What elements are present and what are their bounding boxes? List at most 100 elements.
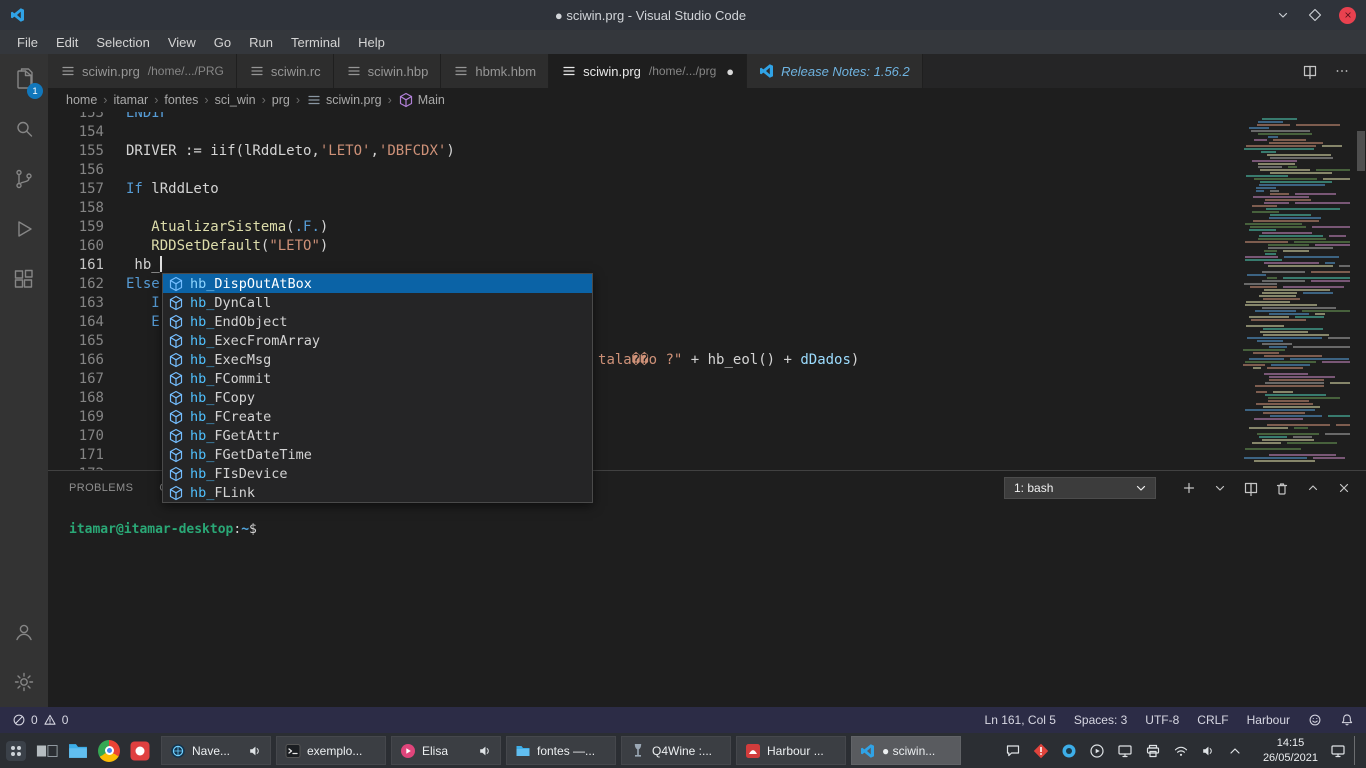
audio-playing-icon[interactable] [478, 744, 492, 758]
kill-terminal-button-icon[interactable] [1274, 480, 1290, 496]
code-line-154[interactable]: 154 [48, 123, 1240, 142]
line-number[interactable]: 160 [48, 237, 104, 256]
terminal[interactable]: itamar@itamar-desktop:~$ [48, 505, 1366, 537]
feedback-icon[interactable] [1308, 713, 1322, 727]
line-number[interactable]: 167 [48, 370, 104, 389]
activity-extensions[interactable] [0, 254, 48, 304]
code-line-157[interactable]: 157If lRddLeto [48, 180, 1240, 199]
line-number[interactable]: 163 [48, 294, 104, 313]
breadcrumb-sci_win[interactable]: sci_win [215, 93, 256, 107]
more-actions-icon[interactable] [1334, 63, 1350, 79]
suggestion-hb_execmsg[interactable]: hb_ExecMsg [163, 350, 592, 369]
menu-go[interactable]: Go [205, 32, 240, 53]
taskbar-window-exemplo[interactable]: exemplo... [276, 736, 386, 765]
breadcrumb-main[interactable]: Main [398, 92, 445, 108]
suggestion-hb_fisdevice[interactable]: hb_FIsDevice [163, 464, 592, 483]
breadcrumb-fontes[interactable]: fontes [164, 93, 198, 107]
breadcrumb-itamar[interactable]: itamar [113, 93, 148, 107]
breadcrumb-home[interactable]: home [66, 93, 97, 107]
taskbar-window-elisa[interactable]: Elisa [391, 736, 501, 765]
suggestion-hb_dispoutatbox[interactable]: hb_DispOutAtBox [163, 274, 592, 293]
taskbar-window-nave[interactable]: Nave... [161, 736, 271, 765]
line-number[interactable]: 155 [48, 142, 104, 161]
desktop-pager-icon[interactable] [36, 740, 58, 762]
minimize-button[interactable] [1275, 7, 1291, 23]
scrollbar-thumb[interactable] [1357, 131, 1365, 171]
tab-sciwin.hbp[interactable]: sciwin.hbp [334, 54, 442, 88]
activity-search[interactable] [0, 104, 48, 154]
breadcrumb-prg[interactable]: prg [272, 93, 290, 107]
status-cursor-position[interactable]: Ln 161, Col 5 [985, 713, 1056, 727]
terminal-picker[interactable]: 1: bash [1004, 477, 1156, 499]
line-number[interactable]: 168 [48, 389, 104, 408]
taskbar-window-fontes[interactable]: fontes —... [506, 736, 616, 765]
minimap[interactable] [1240, 112, 1356, 470]
suggestion-hb_fcopy[interactable]: hb_FCopy [163, 388, 592, 407]
taskbar-window-q4wine[interactable]: Q4Wine :... [621, 736, 731, 765]
menu-run[interactable]: Run [240, 32, 282, 53]
suggestion-hb_dyncall[interactable]: hb_DynCall [163, 293, 592, 312]
status-language-mode[interactable]: Harbour [1247, 713, 1290, 727]
tab-release-notes--1.56.2[interactable]: Release Notes: 1.56.2 [747, 54, 923, 88]
status-eol[interactable]: CRLF [1197, 713, 1228, 727]
menu-edit[interactable]: Edit [47, 32, 87, 53]
code-line-153[interactable]: 153ENDIF [48, 112, 1240, 123]
suggestion-hb_fgetattr[interactable]: hb_FGetAttr [163, 426, 592, 445]
line-number[interactable]: 154 [48, 123, 104, 142]
suggestion-hb_fcommit[interactable]: hb_FCommit [163, 369, 592, 388]
line-number[interactable]: 165 [48, 332, 104, 351]
notifications-bell-icon[interactable] [1340, 713, 1354, 727]
line-number[interactable]: 166 [48, 351, 104, 370]
suggestion-hb_fgetdatetime[interactable]: hb_FGetDateTime [163, 445, 592, 464]
tab-hbmk.hbm[interactable]: hbmk.hbm [441, 54, 549, 88]
status-indentation[interactable]: Spaces: 3 [1074, 713, 1127, 727]
tab-sciwin.rc[interactable]: sciwin.rc [237, 54, 334, 88]
audio-playing-icon[interactable] [248, 744, 262, 758]
code-line-155[interactable]: 155DRIVER := iif(lRddLeto,'LETO','DBFCDX… [48, 142, 1240, 161]
problems-status[interactable]: 0 0 [12, 713, 68, 727]
taskbar-window-sciwin[interactable]: ● sciwin... [851, 736, 961, 765]
new-terminal-button-icon[interactable] [1181, 480, 1197, 496]
vertical-scrollbar[interactable] [1356, 112, 1366, 470]
line-number[interactable]: 170 [48, 427, 104, 446]
line-number[interactable]: 169 [48, 408, 104, 427]
code-line-156[interactable]: 156 [48, 161, 1240, 180]
breadcrumb-sciwin.prg[interactable]: sciwin.prg [306, 92, 382, 108]
updates-icon[interactable] [1033, 743, 1049, 759]
expand-tray-icon[interactable] [1227, 743, 1243, 759]
line-number[interactable]: 158 [48, 199, 104, 218]
suggestion-hb_flink[interactable]: hb_FLink [163, 483, 592, 502]
line-number[interactable]: 159 [48, 218, 104, 237]
close-button[interactable] [1339, 7, 1356, 24]
menu-terminal[interactable]: Terminal [282, 32, 349, 53]
maximize-button[interactable] [1307, 7, 1323, 23]
activity-account[interactable] [0, 607, 48, 657]
volume-icon[interactable] [1201, 744, 1215, 758]
file-manager-icon[interactable] [67, 740, 89, 762]
line-number[interactable]: 171 [48, 446, 104, 465]
menu-view[interactable]: View [159, 32, 205, 53]
panel-tab-problems[interactable]: PROBLEMS [69, 477, 133, 500]
red-app-icon[interactable] [129, 740, 151, 762]
suggestion-hb_fcreate[interactable]: hb_FCreate [163, 407, 592, 426]
chrome-icon[interactable] [98, 740, 120, 762]
code-line-159[interactable]: 159 AtualizarSistema(.F.) [48, 218, 1240, 237]
clipboard-icon[interactable] [1005, 743, 1021, 759]
terminal-profiles-button-icon[interactable] [1212, 480, 1228, 496]
network-icon[interactable] [1173, 743, 1189, 759]
split-terminal-button-icon[interactable] [1243, 480, 1259, 496]
maximize-panel-button-icon[interactable] [1305, 480, 1321, 496]
display-icon[interactable] [1117, 743, 1133, 759]
code-line-160[interactable]: 160 RDDSetDefault("LETO") [48, 237, 1240, 256]
line-number[interactable]: 162 [48, 275, 104, 294]
line-number[interactable]: 153 [48, 112, 104, 123]
tab-sciwin.prg[interactable]: sciwin.prg/home/.../PRG [48, 54, 237, 88]
line-number[interactable]: 157 [48, 180, 104, 199]
split-editor-icon[interactable] [1302, 63, 1318, 79]
activity-explorer[interactable]: 1 [0, 54, 48, 104]
media-player-icon[interactable] [1089, 743, 1105, 759]
code-line-158[interactable]: 158 [48, 199, 1240, 218]
line-number[interactable]: 161 [48, 256, 104, 275]
app-launcher-icon[interactable] [5, 740, 27, 762]
menu-help[interactable]: Help [349, 32, 394, 53]
